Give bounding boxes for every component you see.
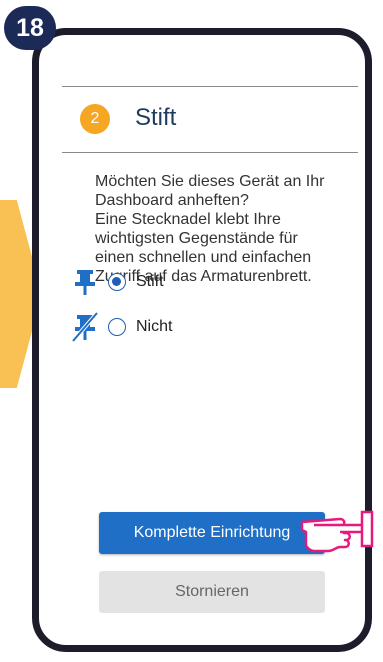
- top-divider: [62, 86, 358, 87]
- cancel-button[interactable]: Stornieren: [99, 571, 325, 613]
- section-number-badge: 2: [80, 104, 110, 134]
- bottom-divider: [62, 152, 358, 153]
- option-unpin-label: Nicht: [136, 318, 173, 335]
- pointing-hand-icon: [300, 510, 374, 553]
- option-unpin[interactable]: Nicht: [70, 312, 172, 342]
- radio-unpin[interactable]: [108, 318, 126, 336]
- pin-icon: [75, 270, 95, 295]
- step-number-badge: 18: [4, 6, 56, 50]
- complete-setup-button[interactable]: Komplette Einrichtung: [99, 512, 325, 554]
- radio-pin[interactable]: [108, 273, 126, 291]
- unpin-icon: [71, 312, 99, 342]
- option-pin-label: Stift: [136, 273, 164, 290]
- section-title: Stift: [135, 104, 177, 131]
- option-pin[interactable]: Stift: [70, 267, 164, 297]
